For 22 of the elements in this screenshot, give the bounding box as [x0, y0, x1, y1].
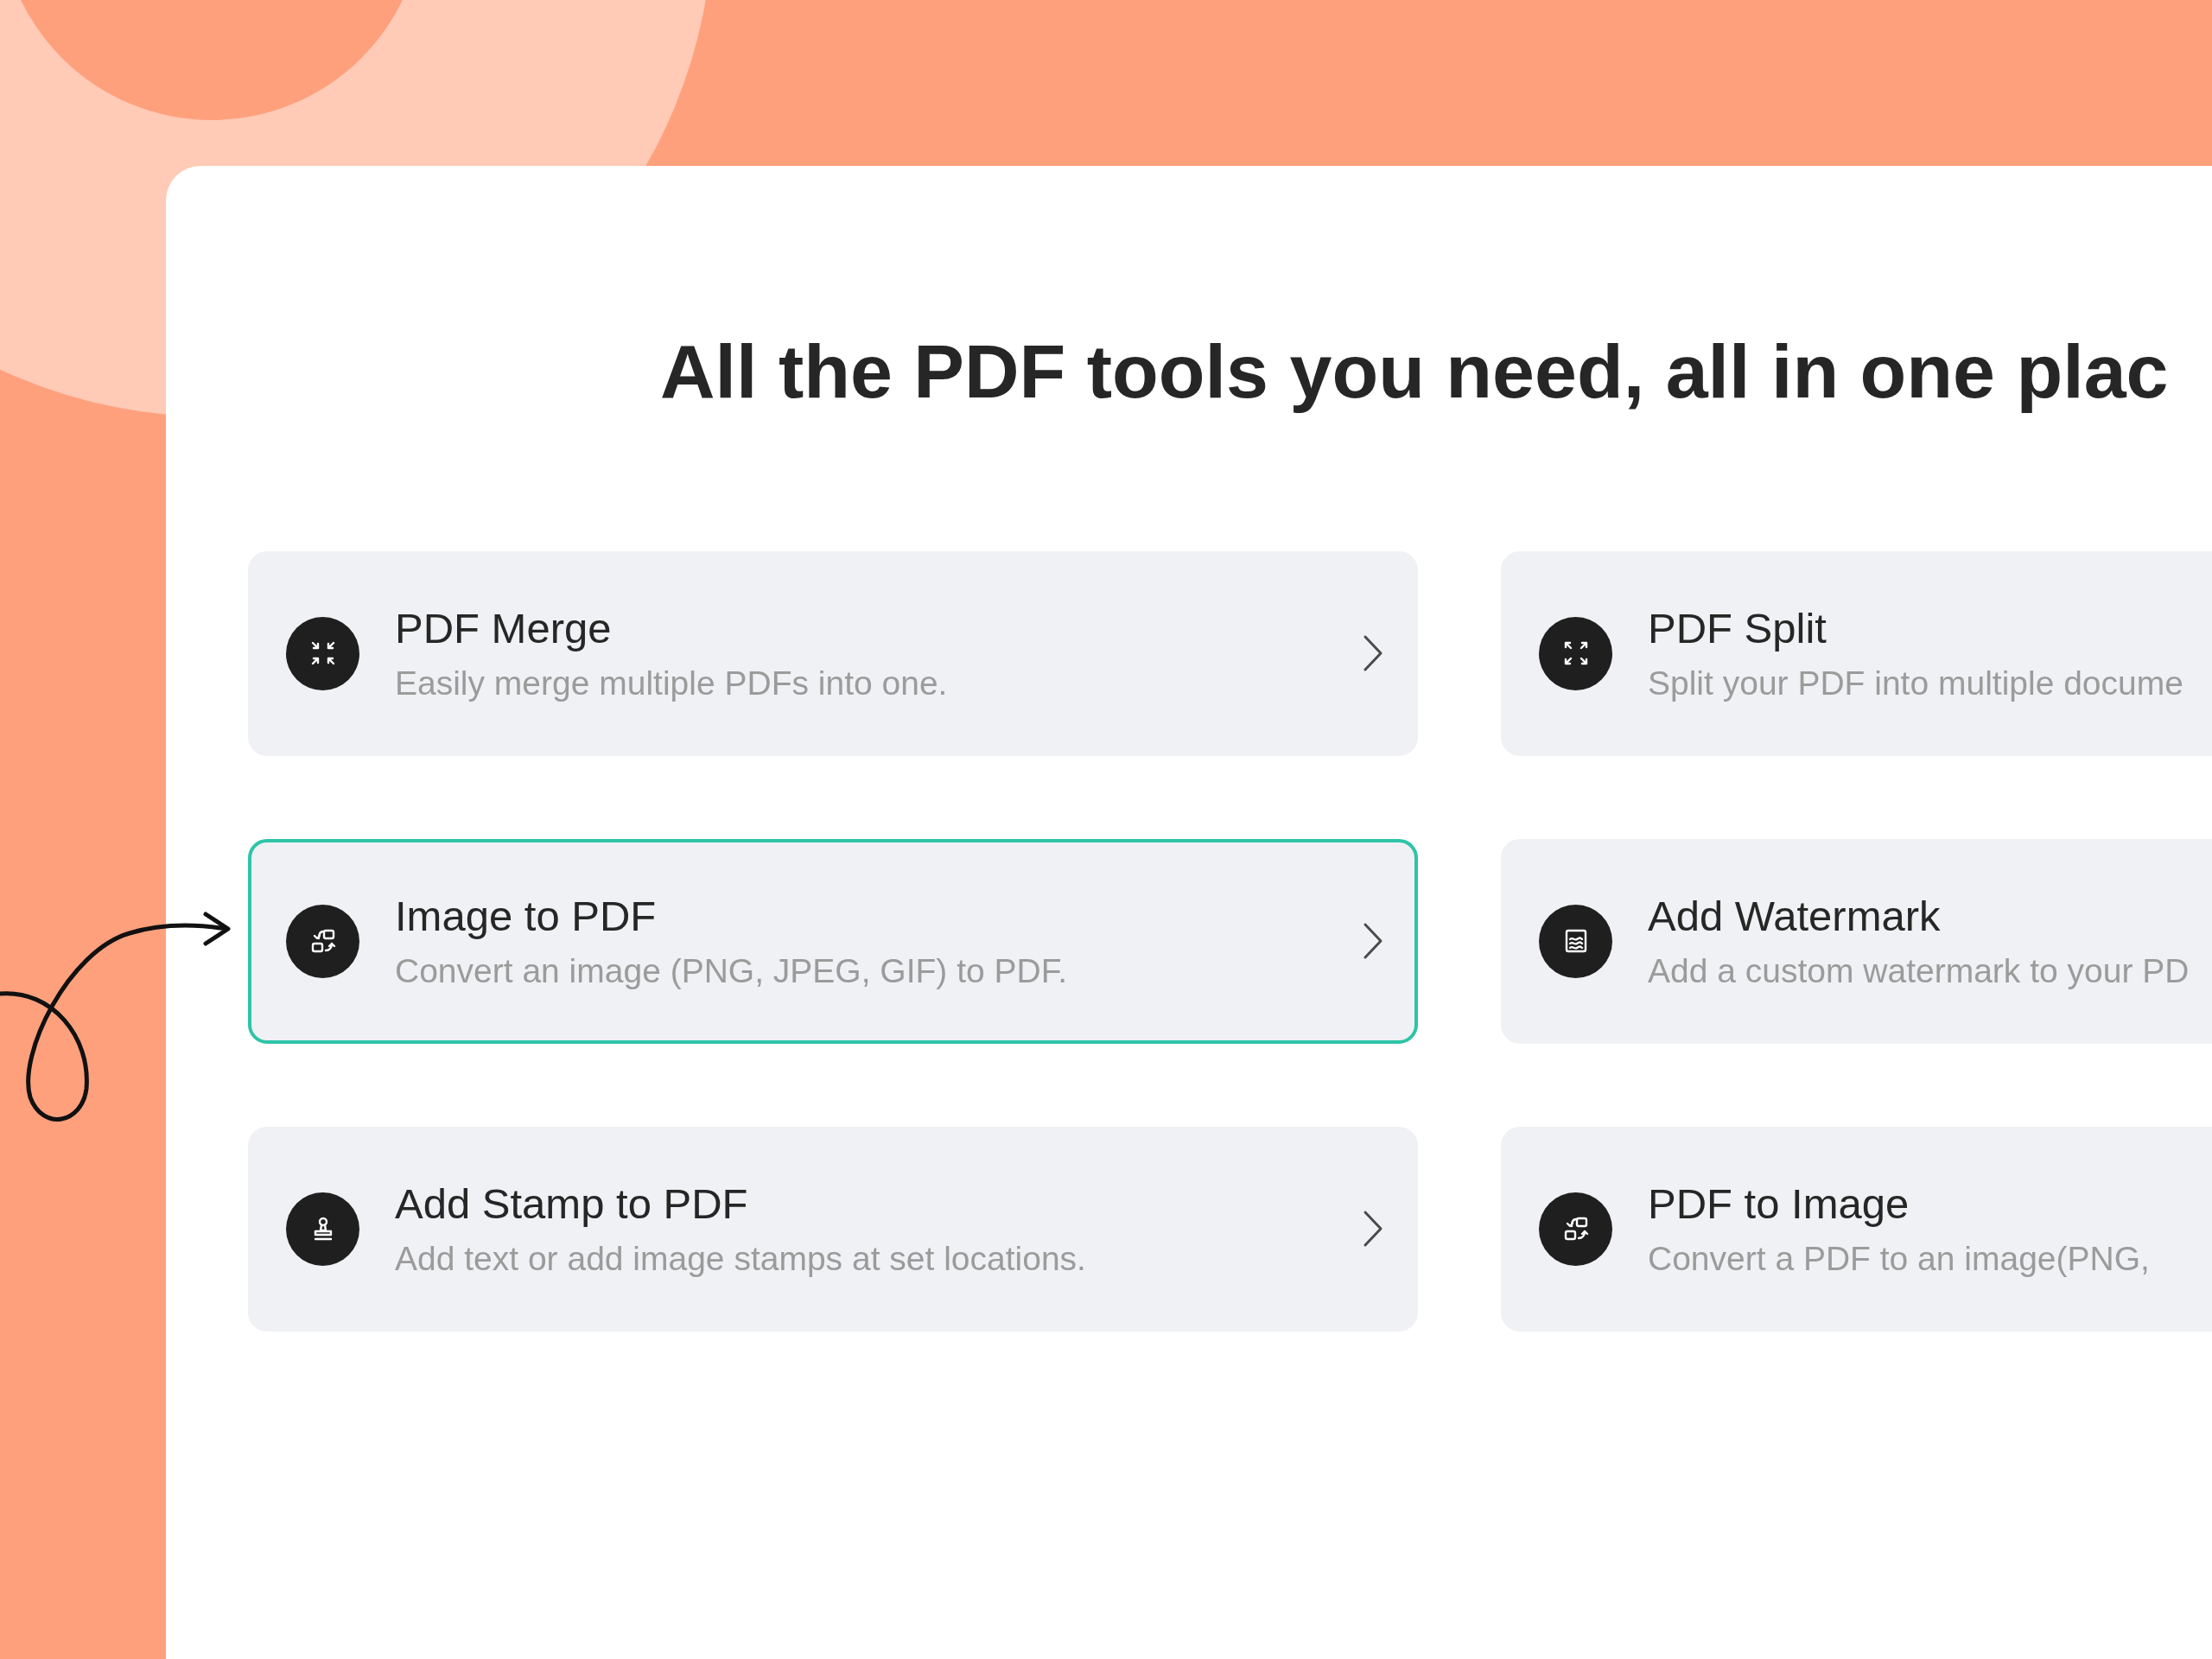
chevron-right-icon	[1363, 1210, 1383, 1249]
tool-title: Add Watermark	[1648, 892, 1942, 941]
page-heading: All the PDF tools you need, all in one plac	[659, 327, 2170, 416]
tool-card[interactable]: PDF Split Split your PDF into multiple docume	[1501, 550, 2212, 756]
tool-card[interactable]: Add Watermark Add a custom watermark to your PD	[1501, 838, 2212, 1044]
tool-description: Easily merge multiple PDFs into one.	[395, 664, 949, 703]
tool-title: PDF Merge	[395, 604, 613, 653]
tool-title: Add Stamp to PDF	[395, 1179, 749, 1229]
tool-card[interactable]: Add Stamp to PDF Add text or add image stamps at set locations.	[248, 1126, 1418, 1332]
tool-title: Image to PDF	[395, 892, 658, 941]
tool-title: PDF Split	[1648, 604, 1827, 653]
tool-card[interactable]: PDF to Image Convert a PDF to an image(PNG,	[1501, 1126, 2212, 1332]
chevron-right-icon	[1363, 922, 1383, 961]
tool-card[interactable]: PDF Merge Easily merge multiple PDFs into one.	[248, 550, 1418, 756]
tool-card[interactable]: Image to PDF Convert an image (PNG, JPEG, GIF) to PDF.	[248, 838, 1418, 1044]
tool-description: Convert a PDF to an image(PNG,	[1648, 1240, 2151, 1279]
tool-description: Split your PDF into multiple docume	[1648, 664, 2184, 703]
tool-description: Add a custom watermark to your PD	[1648, 952, 2190, 991]
chevron-right-icon	[1363, 634, 1383, 673]
tool-description: Add text or add image stamps at set locations.	[395, 1240, 1087, 1279]
tool-description: Convert an image (PNG, JPEG, GIF) to PDF.	[395, 952, 1069, 991]
tool-title: PDF to Image	[1648, 1179, 1910, 1229]
